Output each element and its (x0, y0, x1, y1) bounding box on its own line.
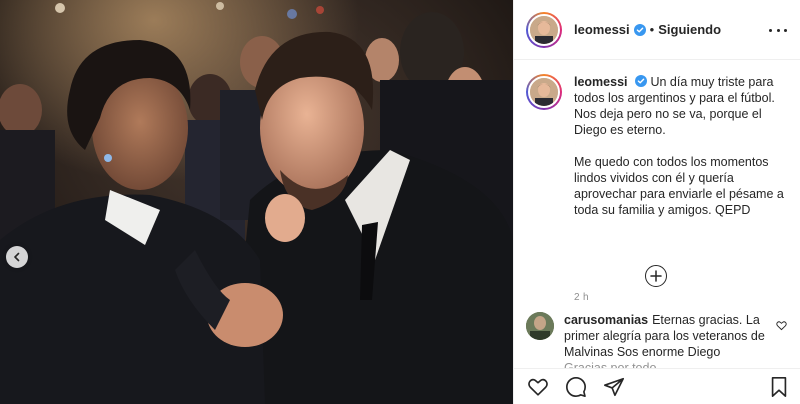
carousel-prev-button[interactable] (6, 246, 28, 268)
heart-icon (528, 378, 548, 396)
comment-text: carusomanias Eternas gracias. La primer a… (564, 312, 766, 376)
following-button[interactable]: Siguiendo (658, 22, 721, 37)
instagram-post: leomessi • Siguiendo leomessi Un día muy… (0, 0, 800, 404)
comment-body-extra: Sos enorme Diego (616, 345, 721, 359)
caption-text: Un día muy triste para todos los argenti… (574, 75, 784, 217)
heart-icon[interactable] (776, 320, 787, 331)
comment-icon (566, 376, 586, 397)
avatar-image (528, 76, 560, 108)
separator-dot: • (649, 22, 655, 37)
share-button[interactable] (602, 375, 626, 399)
commenter-avatar[interactable] (526, 312, 554, 340)
author-username[interactable]: leomessi (574, 22, 630, 37)
verified-badge-icon (635, 75, 647, 87)
comment-item: carusomanias Eternas gracias. La primer a… (526, 312, 791, 376)
save-button[interactable] (767, 375, 791, 399)
load-more-comments-button[interactable] (645, 265, 667, 287)
bookmark-icon (771, 377, 787, 397)
photo-maradona-messi (0, 0, 513, 404)
like-button[interactable] (526, 375, 550, 399)
post-photo[interactable] (0, 0, 513, 404)
comment-button[interactable] (564, 375, 588, 399)
post-timestamp[interactable]: 2 h (574, 292, 589, 303)
commenter-username[interactable]: carusomanias (564, 313, 648, 327)
caption-username[interactable]: leomessi (574, 75, 628, 89)
more-options-icon[interactable] (769, 22, 787, 38)
paper-plane-icon (604, 377, 624, 396)
caption-block: leomessi Un día muy triste para todos lo… (514, 60, 800, 303)
post-caption: leomessi Un día muy triste para todos lo… (574, 74, 789, 300)
caption-avatar[interactable] (526, 74, 562, 110)
avatar-photo (530, 15, 558, 44)
author-avatar[interactable] (526, 11, 562, 48)
post-header: leomessi • Siguiendo (514, 0, 800, 60)
verified-badge-icon (633, 23, 646, 36)
avatar-photo (526, 312, 554, 340)
avatar-image (528, 13, 560, 46)
post-sidebar: leomessi • Siguiendo leomessi Un día muy… (513, 0, 800, 404)
plus-circle-icon (650, 270, 662, 282)
action-bar (514, 368, 800, 404)
chevron-left-icon (14, 252, 20, 262)
avatar-photo (530, 78, 558, 106)
